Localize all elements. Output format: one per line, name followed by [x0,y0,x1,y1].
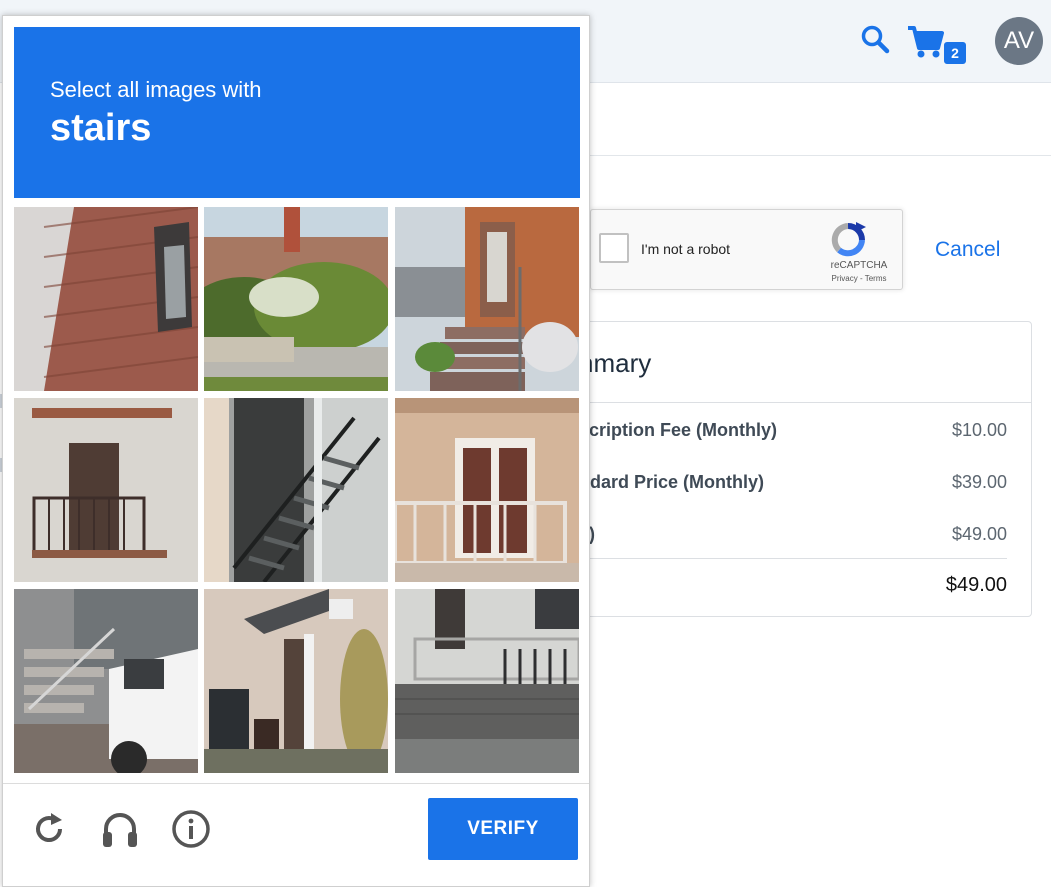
captcha-tile-8[interactable] [204,589,388,773]
summary-total: $49.00 [945,574,1007,596]
captcha-tile-3[interactable] [395,207,579,391]
brick-wall-image [14,207,198,391]
summary-total-divider [579,558,1007,559]
fire-escape-stairs-image [204,398,388,582]
outdoor-steps-image [395,207,579,391]
summary-divider [561,402,1031,403]
captcha-tile-4[interactable] [14,398,198,582]
summary-row-value: $39.00 [951,472,1007,492]
captcha-tile-1[interactable] [14,207,198,391]
help-info-button[interactable] [171,809,211,854]
recaptcha-privacy-terms[interactable]: Privacy - Terms [817,274,901,283]
captcha-target-word: stairs [50,107,152,149]
recaptcha-checkbox[interactable] [599,233,629,263]
recaptcha-label: I'm not a robot [641,241,731,257]
house-entrance-image [204,589,388,773]
avatar[interactable]: AV [995,17,1043,65]
info-icon [171,809,211,854]
cart-button[interactable]: 2 [906,22,968,68]
summary-row-value: $10.00 [951,420,1007,440]
summary-row-label: ndard Price (Monthly) [579,472,765,492]
recaptcha-brand: reCAPTCHA [830,260,888,271]
captcha-tile-6[interactable] [395,398,579,582]
captcha-tile-7[interactable] [14,589,198,773]
headphones-icon [100,809,140,854]
captcha-tile-5[interactable] [204,398,388,582]
captcha-tile-9[interactable] [395,589,579,773]
search-icon [860,24,890,59]
section-divider [590,155,1051,156]
audio-challenge-button[interactable] [100,811,140,851]
steps-white-car-image [14,589,198,773]
captcha-footer-divider [3,783,589,784]
order-summary-card: nmary scription Fee (Monthly) $10.00 nda… [560,321,1032,617]
captcha-tile-2[interactable] [204,207,388,391]
captcha-challenge-dialog: Select all images with stairs VERIFY [2,15,590,887]
house-hedge-image [204,207,388,391]
recaptcha-logo-icon [829,222,889,263]
reload-icon [31,811,67,852]
summary-row-value: $49.00 [951,524,1007,544]
captcha-header: Select all images with stairs [14,27,580,198]
balcony-door-image [395,398,579,582]
balcony-railing-image [14,398,198,582]
cancel-link[interactable]: Cancel [935,238,1000,262]
summary-row-label: scription Fee (Monthly) [579,420,777,440]
reload-challenge-button[interactable] [29,811,69,851]
search-button[interactable] [858,24,892,58]
porch-railing-image [395,589,579,773]
captcha-instruction: Select all images with [50,77,262,102]
recaptcha-widget: I'm not a robot reCAPTCHA Privacy - Term… [590,209,903,290]
verify-button[interactable]: VERIFY [428,798,578,860]
cart-count-badge: 2 [942,40,968,66]
